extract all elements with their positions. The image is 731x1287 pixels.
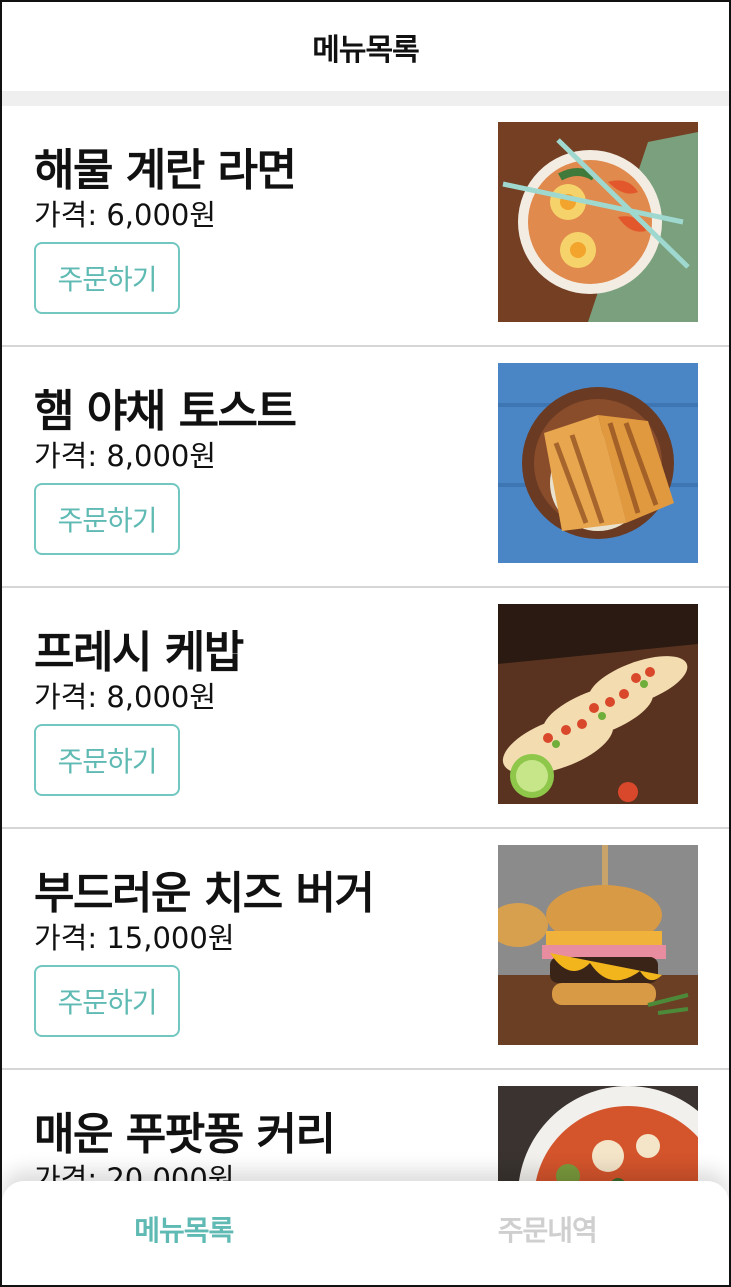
menu-item-price: 가격: 15,000원: [34, 921, 235, 955]
menu-item-name: 매운 푸팟퐁 커리: [34, 1109, 336, 1160]
menu-item-image: [498, 845, 698, 1045]
order-button[interactable]: 주문하기: [34, 242, 180, 314]
menu-item-price: 가격: 8,000원: [34, 680, 217, 714]
top-header: 메뉴목록: [2, 2, 729, 91]
menu-item: 부드러운 치즈 버거 가격: 15,000원 주문하기: [2, 829, 729, 1070]
tab-order-history[interactable]: 주문내역: [366, 1181, 730, 1285]
menu-item-name: 해물 계란 라면: [34, 145, 297, 196]
header-divider: [2, 91, 729, 106]
order-button[interactable]: 주문하기: [34, 724, 180, 796]
page-title: 메뉴목록: [312, 32, 419, 68]
order-button[interactable]: 주문하기: [34, 965, 180, 1037]
menu-item-name: 프레시 케밥: [34, 627, 244, 678]
menu-item-image: [498, 122, 698, 322]
menu-item: 햄 야채 토스트 가격: 8,000원 주문하기: [2, 347, 729, 588]
menu-item: 해물 계란 라면 가격: 6,000원 주문하기: [2, 106, 729, 347]
app-screen: 메뉴목록 해물 계란 라면 가격: 6,000원 주문하기 햄 야채 토스트 가…: [0, 0, 731, 1287]
menu-item-price: 가격: 8,000원: [34, 439, 217, 473]
menu-item-name: 부드러운 치즈 버거: [34, 868, 375, 919]
order-button[interactable]: 주문하기: [34, 483, 180, 555]
menu-list[interactable]: 해물 계란 라면 가격: 6,000원 주문하기 햄 야채 토스트 가격: 8,…: [2, 106, 729, 1285]
menu-item: 프레시 케밥 가격: 8,000원 주문하기: [2, 588, 729, 829]
menu-item-image: [498, 363, 698, 563]
menu-item-name: 햄 야채 토스트: [34, 386, 297, 437]
menu-item-image: [498, 604, 698, 804]
menu-item-price: 가격: 6,000원: [34, 198, 217, 232]
bottom-tab-bar: 메뉴목록 주문내역: [2, 1181, 729, 1285]
tab-menu-list[interactable]: 메뉴목록: [2, 1181, 366, 1285]
